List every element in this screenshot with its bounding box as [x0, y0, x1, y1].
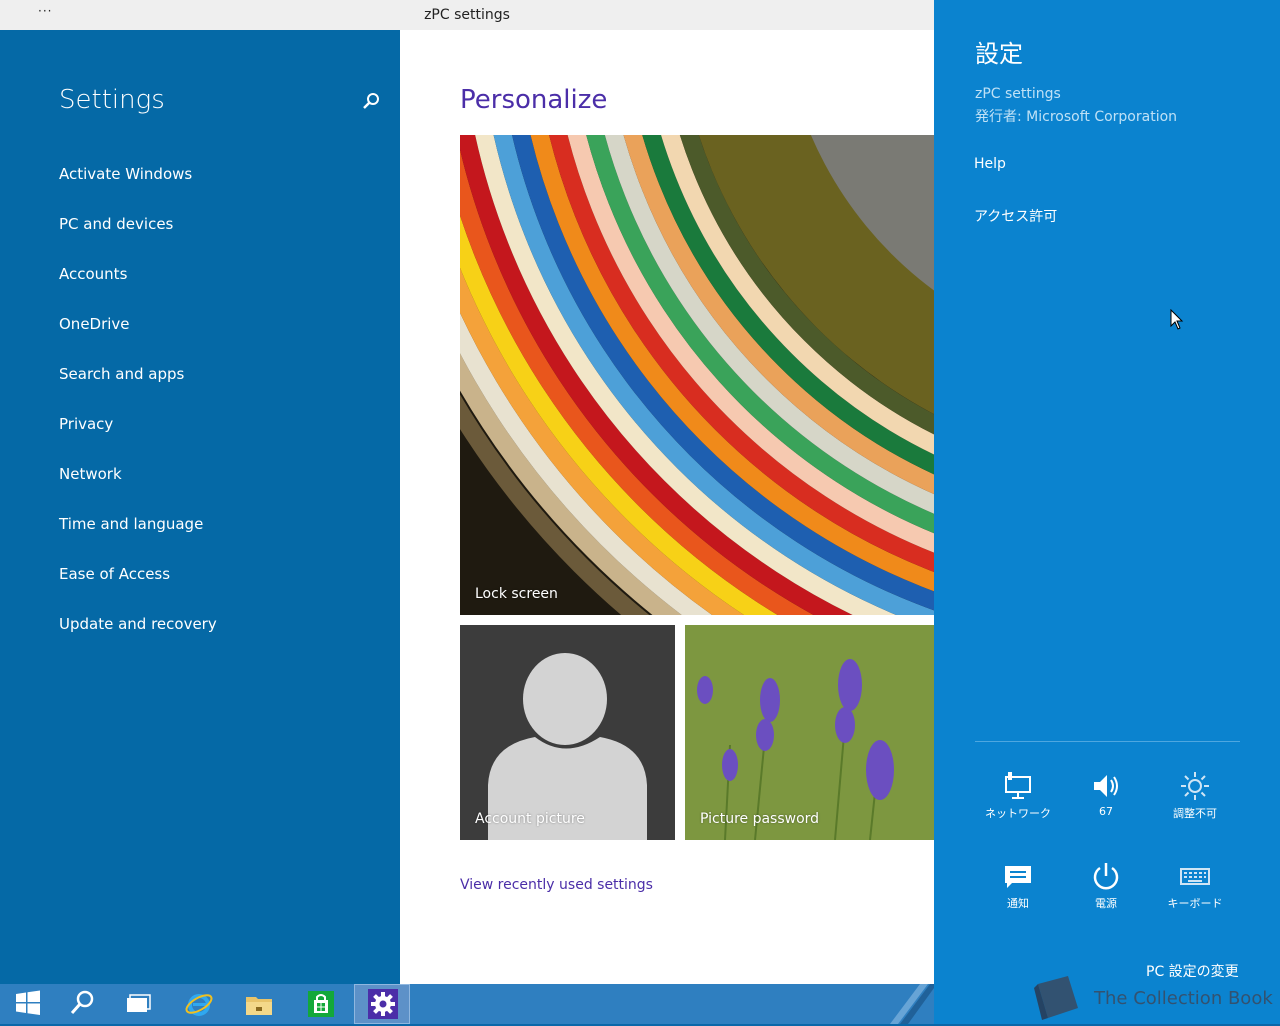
help-link[interactable]: Help [974, 156, 1006, 172]
notification-icon [1005, 866, 1031, 888]
speaker-icon [1094, 775, 1118, 797]
sidebar-item-onedrive[interactable]: OneDrive [59, 313, 217, 363]
search-icon[interactable] [362, 92, 380, 110]
sidebar-item-ease-of-access[interactable]: Ease of Access [59, 563, 217, 613]
account-picture-caption: Account picture [475, 811, 585, 827]
mouse-cursor-icon [1170, 308, 1184, 335]
task-view-button[interactable] [110, 984, 166, 1024]
network-label: ネットワーク [985, 807, 1051, 820]
brightness-label: 調整不可 [1173, 807, 1217, 820]
personalize-pane: Personalize Lock screen Account picture … [400, 30, 934, 984]
task-view-icon [127, 994, 151, 1012]
taskbar-decoration [890, 984, 934, 1024]
lock-screen-tile[interactable]: Lock screen [460, 135, 934, 615]
sidebar-item-pc-and-devices[interactable]: PC and devices [59, 213, 217, 263]
picture-password-caption: Picture password [700, 811, 820, 827]
sidebar-item-time-and-language[interactable]: Time and language [59, 513, 217, 563]
sidebar-item-activate-windows[interactable]: Activate Windows [59, 163, 217, 213]
start-button[interactable] [0, 984, 56, 1024]
taskbar-search-button[interactable] [54, 984, 110, 1024]
store-button[interactable] [292, 984, 348, 1024]
recent-settings-link[interactable]: View recently used settings [460, 877, 653, 893]
sidebar-menu: Activate Windows PC and devices Accounts… [59, 163, 217, 663]
app-name: zPC settings [975, 86, 1061, 102]
store-icon [308, 991, 334, 1017]
settings-gear-icon [368, 989, 398, 1019]
lock-screen-image [460, 135, 934, 615]
brightness-button[interactable]: 調整不可 [1155, 771, 1235, 841]
settings-sidebar: Settings Activate Windows PC and devices… [0, 30, 400, 984]
account-picture-tile[interactable]: Account picture [460, 625, 675, 840]
window-title: zPC settings [424, 7, 510, 23]
file-explorer-icon [246, 997, 272, 1015]
sidebar-item-privacy[interactable]: Privacy [59, 413, 217, 463]
charm-title: 設定 [975, 40, 1023, 68]
book-icon [1028, 974, 1084, 1026]
change-pc-settings-link[interactable]: PC 設定の変更 [1146, 961, 1239, 981]
publisher-label: 発行者: Microsoft Corporation [975, 109, 1178, 125]
internet-explorer-button[interactable] [170, 984, 226, 1024]
watermark-text: The Collection Book [1094, 988, 1273, 1009]
keyboard-label: キーボード [1167, 897, 1223, 910]
windows-start-icon [16, 990, 40, 1015]
volume-button[interactable]: 67 [1066, 771, 1146, 841]
sidebar-item-network[interactable]: Network [59, 463, 217, 513]
network-icon [1005, 772, 1031, 799]
keyboard-icon [1180, 868, 1210, 885]
power-button[interactable]: 電源 [1066, 861, 1146, 931]
file-explorer-button[interactable] [230, 984, 286, 1024]
internet-explorer-icon [185, 994, 213, 1016]
taskbar [0, 984, 934, 1024]
title-bar: ··· zPC settings [0, 0, 934, 30]
sidebar-item-update-and-recovery[interactable]: Update and recovery [59, 613, 217, 663]
charm-divider [975, 741, 1240, 742]
sidebar-heading: Settings [59, 85, 165, 115]
page-title: Personalize [460, 85, 608, 115]
volume-level: 67 [1099, 805, 1113, 818]
sidebar-item-search-and-apps[interactable]: Search and apps [59, 363, 217, 413]
settings-charm: 設定 zPC settings 発行者: Microsoft Corporati… [934, 0, 1280, 1024]
power-label: 電源 [1095, 897, 1117, 910]
brightness-icon [1181, 772, 1209, 800]
lock-screen-caption: Lock screen [475, 586, 558, 602]
network-button[interactable]: ネットワーク [978, 771, 1058, 841]
sidebar-item-accounts[interactable]: Accounts [59, 263, 217, 313]
picture-password-tile[interactable]: Picture password [685, 625, 934, 840]
lavender-photo [685, 625, 934, 840]
notifications-button[interactable]: 通知 [978, 861, 1058, 931]
notifications-label: 通知 [1007, 897, 1029, 910]
keyboard-button[interactable]: キーボード [1155, 861, 1235, 931]
search-icon [70, 990, 94, 1014]
user-silhouette-icon [460, 625, 675, 840]
power-icon [1093, 863, 1119, 890]
settings-taskbar-button[interactable] [354, 984, 410, 1024]
permissions-link[interactable]: アクセス許可 [974, 206, 1057, 226]
